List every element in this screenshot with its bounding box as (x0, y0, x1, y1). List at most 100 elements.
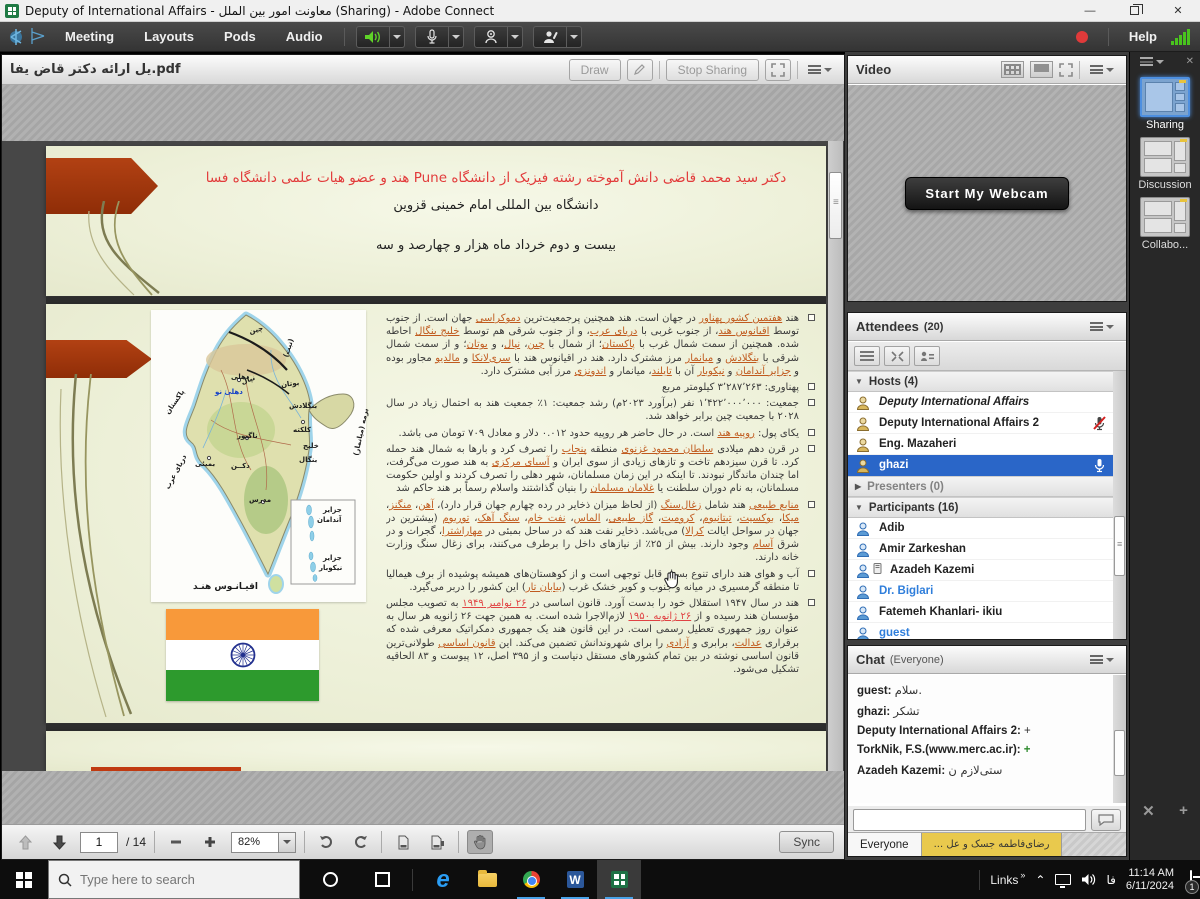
links-toolbar[interactable]: Links» (990, 873, 1025, 887)
layouts-close-icon[interactable]: ✕ (1186, 56, 1194, 67)
chat-pod-menu-button[interactable] (1086, 655, 1118, 664)
video-pod-menu-button[interactable] (1086, 65, 1118, 74)
webcam-button[interactable] (474, 26, 508, 48)
map-label: جزایر (323, 554, 342, 562)
connection-signal-icon[interactable] (1171, 29, 1190, 45)
page-number-input[interactable] (80, 832, 118, 853)
start-button[interactable] (0, 860, 48, 899)
minimize-button[interactable]: — (1068, 0, 1112, 21)
document-scrollbar[interactable] (828, 141, 843, 771)
sync-button[interactable]: Sync (779, 831, 834, 853)
chrome-taskbar-button[interactable] (509, 860, 553, 899)
stop-sharing-button[interactable]: Stop Sharing (666, 59, 759, 81)
word-taskbar-button[interactable]: W (553, 860, 597, 899)
scrollbar-thumb[interactable] (1114, 516, 1125, 576)
attendee-row[interactable]: Dr. Biglari (848, 581, 1113, 602)
action-center-button[interactable]: 1 (1190, 871, 1192, 889)
clock[interactable]: 11:14 AM 6/11/2024 (1126, 867, 1174, 893)
attendee-row[interactable]: Deputy International Affairs (848, 392, 1113, 413)
attendee-group-header[interactable]: ▶Presenters (0) (848, 476, 1113, 497)
map-label: مدرس (249, 496, 271, 504)
scrollbar-thumb[interactable] (1114, 730, 1125, 776)
speaker-dropdown[interactable] (390, 26, 405, 48)
share-pod-menu-button[interactable] (804, 65, 836, 74)
fit-width-button[interactable] (424, 830, 450, 854)
attendee-group-header[interactable]: ▼Hosts (4) (848, 371, 1113, 392)
help-menu[interactable]: Help (1115, 29, 1171, 44)
layouts-menu-button[interactable] (1136, 57, 1168, 66)
pan-hand-tool-button[interactable] (467, 830, 493, 854)
attendee-row[interactable]: Adib (848, 518, 1113, 539)
zoom-out-button[interactable] (163, 830, 189, 854)
attendee-row[interactable]: ghazi (848, 455, 1113, 476)
edge-taskbar-button[interactable]: e (421, 860, 465, 899)
menu-layouts[interactable]: Layouts (129, 22, 209, 51)
zoom-level-value[interactable]: 82% (231, 832, 279, 853)
attendee-list-view-button[interactable] (854, 346, 880, 366)
search-input[interactable] (80, 872, 260, 887)
zoom-dropdown-button[interactable] (279, 832, 296, 853)
close-button[interactable]: ✕ (1156, 0, 1200, 21)
cortana-button[interactable] (300, 860, 360, 899)
layout-thumb-sharing[interactable] (1140, 77, 1190, 117)
host-avatar-icon (855, 458, 871, 473)
chat-scrollbar[interactable] (1113, 675, 1126, 803)
microphone-dropdown[interactable] (449, 26, 464, 48)
filmstrip-view-icon[interactable] (1001, 61, 1024, 78)
mic-icon[interactable] (1093, 458, 1106, 473)
attendee-row[interactable]: guest (848, 623, 1113, 639)
zoom-in-button[interactable] (197, 830, 223, 854)
attendee-row[interactable]: Deputy International Affairs 2 (848, 413, 1113, 434)
chat-tab-everyone[interactable]: Everyone (848, 833, 922, 856)
raise-hand-dropdown[interactable] (567, 26, 582, 48)
webcam-dropdown[interactable] (508, 26, 523, 48)
chat-tab-private[interactable]: ... رضای‌فاطمه جسک و عل (922, 833, 1063, 856)
attendee-row[interactable]: Eng. Mazaheri (848, 434, 1113, 455)
layout-thumb-discussion[interactable] (1140, 137, 1190, 177)
fullscreen-icon[interactable] (1059, 63, 1073, 77)
menu-audio[interactable]: Audio (271, 22, 338, 51)
attendee-row[interactable]: Fatemeh Khanlari- ikiu (848, 602, 1113, 623)
breakout-view-button[interactable] (884, 346, 910, 366)
add-layout-icon[interactable]: + (1179, 802, 1188, 820)
attendees-pod-menu-button[interactable] (1086, 322, 1118, 331)
scrollbar-thumb[interactable] (829, 172, 842, 239)
attendee-row[interactable]: Azadeh Kazemi (848, 560, 1113, 581)
next-page-button[interactable] (46, 830, 72, 854)
menu-meeting[interactable]: Meeting (50, 22, 129, 51)
mic-muted-icon[interactable] (1093, 416, 1106, 431)
previous-page-button[interactable] (12, 830, 38, 854)
volume-icon[interactable] (1081, 873, 1096, 886)
attendee-row[interactable]: Amir Zarkeshan (848, 539, 1113, 560)
network-icon[interactable] (1055, 874, 1071, 885)
microphone-button[interactable] (415, 26, 449, 48)
language-indicator[interactable]: فا (1106, 873, 1115, 887)
india-map: پاکستانچین(تبت)نپالبوتانبنگلادشبرمه (میا… (151, 310, 366, 602)
fit-page-button[interactable] (390, 830, 416, 854)
show-hidden-icons-button[interactable]: ⌃ (1035, 873, 1045, 887)
fullscreen-button[interactable] (765, 59, 791, 81)
raise-hand-button[interactable] (533, 26, 567, 48)
attendees-scrollbar[interactable] (1113, 371, 1126, 639)
active-app-taskbar-button[interactable] (597, 860, 641, 899)
maximize-button[interactable] (1112, 0, 1156, 21)
chat-message-input[interactable] (853, 809, 1086, 831)
delete-layout-icon[interactable]: ✕ (1142, 802, 1155, 820)
layout-thumb-collaboration[interactable] (1140, 197, 1190, 237)
attendee-group-header[interactable]: ▼Participants (16) (848, 497, 1113, 518)
single-view-icon[interactable] (1030, 61, 1053, 78)
task-view-button[interactable] (360, 860, 404, 899)
taskbar-search[interactable] (48, 860, 300, 899)
draw-button[interactable]: Draw (569, 59, 621, 81)
attendee-status-view-button[interactable] (914, 346, 940, 366)
file-explorer-taskbar-button[interactable] (465, 860, 509, 899)
start-webcam-button[interactable]: Start My Webcam (905, 177, 1068, 210)
menu-pods[interactable]: Pods (209, 22, 271, 51)
annotation-pencil-button[interactable] (627, 59, 653, 81)
slide-gap (46, 297, 826, 304)
speaker-button[interactable] (356, 26, 390, 48)
rotate-left-button[interactable] (313, 830, 339, 854)
chat-send-button[interactable] (1091, 809, 1121, 831)
document-canvas[interactable]: دکتر سید محمد قاضی دانش آموخته رشته فیزی… (2, 141, 844, 771)
rotate-right-button[interactable] (347, 830, 373, 854)
